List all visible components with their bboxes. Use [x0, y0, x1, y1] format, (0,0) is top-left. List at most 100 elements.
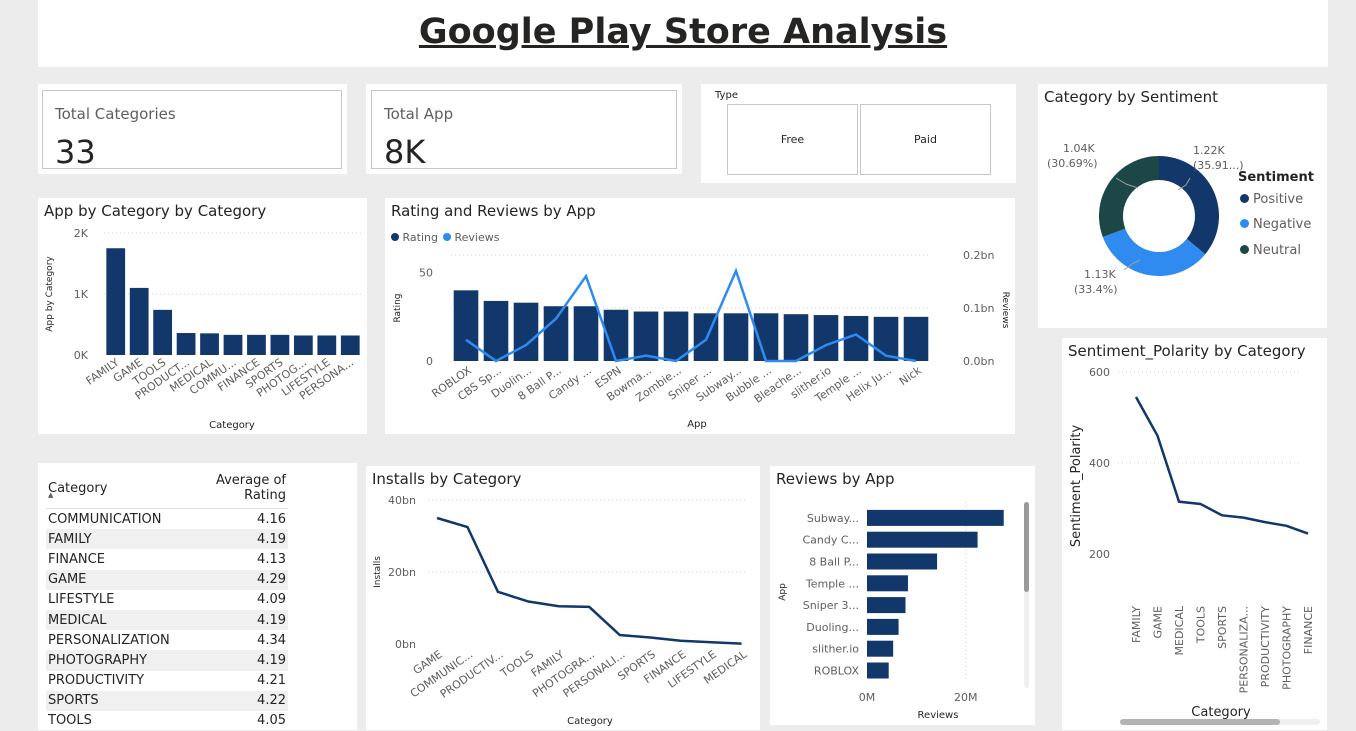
column-header-label: Average of Rating: [216, 473, 286, 503]
rating-reviews-visual[interactable]: Rating and Reviews by App Rating Reviews…: [385, 198, 1015, 434]
cell-average-rating: 4.05: [172, 711, 288, 731]
bar: [484, 301, 509, 361]
legend-dot: [1240, 194, 1249, 203]
line-chart: 200400600FAMILYGAMEMEDICALTOOLSSPORTSPER…: [1062, 338, 1327, 730]
bar: [294, 335, 313, 355]
x-tick-label: 0M: [859, 691, 876, 704]
bar: [224, 335, 243, 355]
y-axis-title: App: [778, 583, 788, 601]
table-row[interactable]: COMMUNICATION4.16: [46, 509, 288, 530]
reviews-by-app-visual[interactable]: Reviews by App 0M20MSubway...Candy C...8…: [770, 466, 1035, 725]
cell-average-rating: 4.21: [172, 671, 288, 691]
y-tick-label: slither.io: [812, 643, 859, 656]
scrollbar-thumb[interactable]: [1120, 719, 1280, 725]
x-tick-label: MEDICAL: [1173, 605, 1186, 655]
x-tick-label: FINANCE: [1302, 606, 1315, 654]
y2-tick-label: 0.0bn: [963, 355, 994, 368]
y-tick-label: 200: [1089, 548, 1110, 561]
x-axis-title: App: [687, 419, 707, 430]
donut-label-negative-value: 1.13K: [1084, 268, 1116, 281]
bar: [867, 510, 1004, 526]
polarity-visual[interactable]: Sentiment_Polarity by Category 200400600…: [1062, 338, 1327, 730]
bar: [784, 314, 809, 361]
card-label: Total Categories: [55, 105, 176, 123]
total-app-card: Total App 8K: [366, 84, 682, 174]
table-row[interactable]: TOOLS4.05: [46, 711, 288, 731]
cell-average-rating: 4.34: [172, 630, 288, 650]
column-header-average-rating[interactable]: Average of Rating: [172, 469, 288, 509]
legend-label: Neutral: [1253, 243, 1301, 258]
x-tick-label: PRODUCTIVITY: [1259, 606, 1272, 688]
cell-category: GAME: [46, 570, 172, 590]
bar: [130, 288, 149, 355]
cell-category: PHOTOGRAPHY: [46, 650, 172, 670]
table-row[interactable]: GAME4.29: [46, 570, 288, 590]
cell-category: SPORTS: [46, 691, 172, 711]
legend-label: Positive: [1253, 192, 1303, 207]
bar-chart: 0K1K2KFAMILYGAMETOOLSPRODUCT...MEDICALCO…: [38, 198, 367, 434]
column-header-category[interactable]: Category ▲: [46, 469, 172, 509]
y2-axis-title: Reviews: [1000, 292, 1010, 329]
bar: [867, 663, 889, 679]
cell-category: TOOLS: [46, 711, 172, 731]
legend-item-positive[interactable]: Positive: [1240, 192, 1303, 207]
line-series-installs: [437, 518, 742, 644]
y-tick-label: Temple ...: [805, 577, 859, 590]
bar: [574, 306, 599, 361]
table-row[interactable]: PRODUCTIVITY4.21: [46, 671, 288, 691]
table-row[interactable]: LIFESTYLE4.09: [46, 590, 288, 610]
cell-category: LIFESTYLE: [46, 590, 172, 610]
bar: [200, 333, 219, 355]
table-row[interactable]: PHOTOGRAPHY4.19: [46, 650, 288, 670]
cell-category: PERSONALIZATION: [46, 630, 172, 650]
bar: [514, 303, 539, 361]
installs-visual[interactable]: Installs by Category 0bn20bn40bnGAMECOMM…: [366, 466, 760, 730]
bar: [724, 313, 749, 361]
y-axis-title: Sentiment_Polarity: [1069, 425, 1084, 548]
bar: [247, 335, 266, 355]
cell-category: COMMUNICATION: [46, 509, 172, 530]
vertical-scrollbar[interactable]: [1024, 502, 1029, 688]
table-row[interactable]: SPORTS4.22: [46, 691, 288, 711]
y-tick-label: 50: [419, 267, 433, 280]
table-row[interactable]: PERSONALIZATION4.34: [46, 630, 288, 650]
y-tick-label: 400: [1089, 457, 1110, 470]
rating-table-visual[interactable]: Category ▲ Average of Rating COMMUNICATI…: [38, 463, 357, 730]
horizontal-scrollbar[interactable]: [1120, 719, 1320, 725]
slicer-option-free[interactable]: Free: [727, 104, 858, 175]
scrollbar-thumb[interactable]: [1024, 502, 1029, 592]
y-tick-label: ROBLOX: [814, 665, 860, 678]
header-banner: Google Play Store Analysis: [38, 0, 1328, 67]
donut-label-positive-value: 1.22K: [1193, 144, 1225, 157]
legend-item-negative[interactable]: Negative: [1240, 217, 1311, 232]
y-axis-title: Rating: [393, 293, 403, 322]
sentiment-donut-visual[interactable]: Category by Sentiment 1.04K (30.69%) 1.2…: [1038, 84, 1327, 328]
x-tick-label: TOOLS: [497, 648, 536, 681]
bar: [867, 597, 905, 613]
legend-item-neutral[interactable]: Neutral: [1240, 243, 1301, 258]
donut-label-positive-pct: (35.91...): [1193, 159, 1244, 172]
y-tick-label: 600: [1089, 366, 1110, 379]
bar: [867, 641, 893, 657]
card-value: 33: [55, 133, 96, 171]
bar: [867, 575, 908, 591]
y-tick-label: 0bn: [395, 638, 416, 651]
cell-category: MEDICAL: [46, 610, 172, 630]
table-row[interactable]: FINANCE4.13: [46, 549, 288, 569]
y-tick-label: Duoling...: [806, 621, 859, 634]
cell-average-rating: 4.22: [172, 691, 288, 711]
bar: [106, 248, 125, 355]
slicer-option-paid[interactable]: Paid: [860, 104, 991, 175]
table-row[interactable]: MEDICAL4.19: [46, 610, 288, 630]
bar: [867, 619, 899, 635]
y-tick-label: 8 Ball P...: [809, 556, 859, 569]
bar: [153, 310, 172, 355]
table-row[interactable]: FAMILY4.19: [46, 529, 288, 549]
y-axis-title: Installs: [373, 556, 383, 588]
y-tick-label: 20bn: [388, 566, 416, 579]
cell-category: FINANCE: [46, 549, 172, 569]
app-by-category-visual[interactable]: App by Category by Category 0K1K2KFAMILY…: [38, 198, 367, 434]
y-tick-label: Sniper 3...: [803, 599, 859, 612]
cell-average-rating: 4.29: [172, 570, 288, 590]
card-value: 8K: [384, 133, 425, 171]
